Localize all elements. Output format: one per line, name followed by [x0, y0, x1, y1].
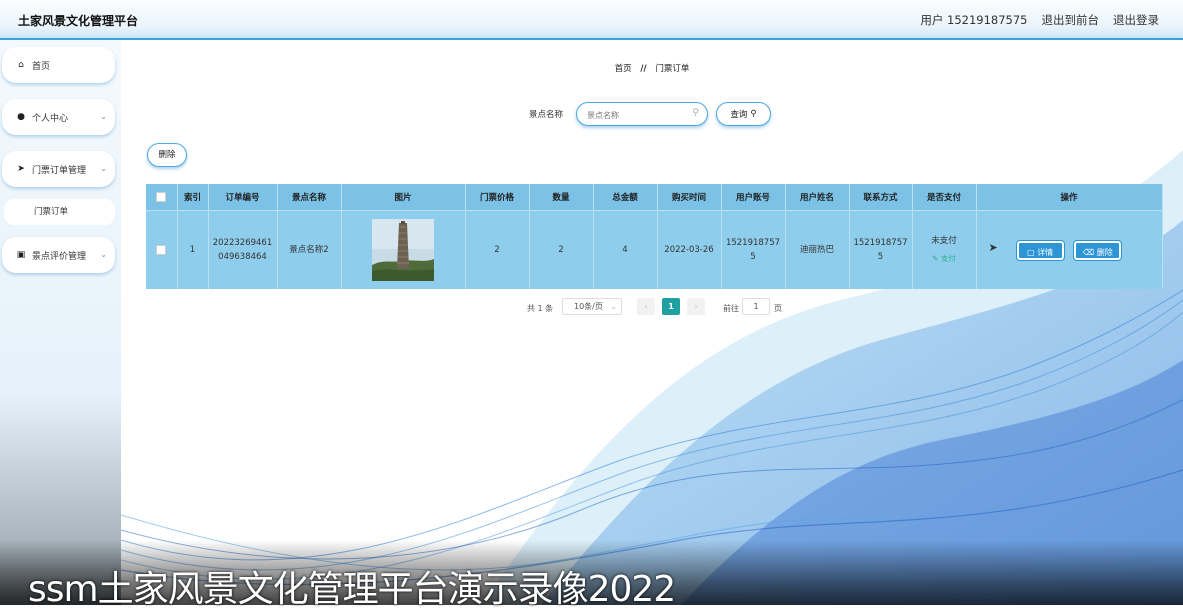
trash-icon: ⌫ — [1082, 247, 1095, 257]
column-header: 用户姓名 — [785, 184, 850, 211]
column-header: 订单编号 — [208, 184, 278, 211]
top-bar: 土家风景文化管理平台 用户 15219187575 退出到前台 退出登录 — [0, 0, 1183, 40]
app-title: 土家风景文化管理平台 — [18, 14, 139, 28]
image-cell — [341, 210, 466, 289]
sidebar-item-home[interactable]: ⌂ 首页 — [2, 47, 115, 83]
chevron-down-icon: ⌄ — [610, 302, 617, 311]
row-checkbox[interactable] — [156, 244, 167, 255]
chevron-down-icon: ⌄ — [100, 250, 107, 259]
home-icon: ⌂ — [18, 60, 24, 70]
chevron-down-icon: ⌄ — [100, 112, 107, 121]
query-button[interactable]: 查询 ⚲ — [716, 102, 771, 126]
search-field[interactable]: ⚲ — [576, 102, 708, 127]
page-size-select[interactable]: 10条/页 ⌄ — [562, 298, 622, 315]
orders-table: 索引 订单编号 景点名称 图片 门票价格 数量 总金额 购买时间 用户账号 用户… — [146, 184, 1163, 289]
total-cell: 4 — [593, 210, 658, 289]
contact-cell: 15219187575 — [849, 210, 913, 289]
sidebar-subitem-label: 门票订单 — [34, 207, 69, 217]
column-header: 门票价格 — [465, 184, 530, 211]
order-no-cell: 20223269461049638464 — [208, 210, 278, 289]
page-size-value: 10条/页 — [574, 302, 603, 311]
index-cell: 1 — [177, 210, 209, 289]
column-header: 联系方式 — [849, 184, 913, 211]
pagination-total: 共 1 条 — [527, 304, 554, 313]
select-all-header — [146, 184, 178, 211]
row-select-cell — [146, 210, 178, 289]
column-header: 操作 — [976, 184, 1163, 211]
search-input[interactable] — [585, 104, 689, 127]
row-delete-button[interactable]: ⌫ 删除 — [1073, 239, 1123, 261]
column-header: 是否支付 — [912, 184, 977, 211]
column-header: 索引 — [177, 184, 209, 211]
video-caption: ssm土家风景文化管理平台演示录像2022 — [28, 569, 676, 610]
user-name-cell: 迪丽热巴 — [785, 210, 850, 289]
paper-plane-icon: ➤ — [17, 164, 25, 174]
column-header: 景点名称 — [277, 184, 342, 211]
table-row: 1 20223269461049638464 景点名称2 2 2 4 2022-… — [146, 210, 1163, 289]
breadcrumb-home[interactable]: 首页 — [615, 64, 632, 74]
search-label: 景点名称 — [529, 110, 564, 120]
sidebar-item-label: 个人中心 — [32, 113, 69, 124]
page-1-button[interactable]: 1 — [662, 298, 680, 315]
sidebar-item-review-management[interactable]: ▣ 景点评价管理 ⌄ — [2, 237, 115, 273]
breadcrumb-separator: // — [640, 64, 647, 74]
goto-page-input[interactable]: 1 — [742, 298, 770, 315]
sidebar-subitem-ticket-orders[interactable]: 门票订单 — [4, 199, 115, 225]
column-header: 图片 — [341, 184, 466, 211]
sidebar-item-personal-center[interactable]: ● 个人中心 ⌄ — [2, 99, 115, 135]
logout-link[interactable]: 退出登录 — [1113, 12, 1159, 28]
user-icon: ● — [17, 112, 25, 122]
batch-delete-button[interactable]: 删除 — [147, 143, 187, 167]
top-links: 用户 15219187575 退出到前台 退出登录 — [920, 12, 1159, 28]
chevron-right-icon: › — [694, 302, 698, 311]
sidebar-item-label: 门票订单管理 — [32, 165, 87, 176]
next-page-button[interactable]: › — [687, 298, 705, 315]
chevron-left-icon: ‹ — [644, 302, 648, 311]
price-cell: 2 — [465, 210, 530, 289]
search-icon: ⚲ — [692, 108, 699, 118]
query-button-label: 查询 — [730, 110, 748, 120]
detail-button[interactable]: □ 详情 — [1015, 239, 1065, 261]
purchase-time-cell: 2022-03-26 — [657, 210, 722, 289]
row-delete-button-label: 删除 — [1096, 247, 1113, 257]
user-label: 用户 15219187575 — [920, 13, 1028, 27]
edit-icon: ✎ — [932, 254, 939, 263]
column-header: 购买时间 — [657, 184, 722, 211]
main-content: 首页 // 门票订单 景点名称 ⚲ 查询 ⚲ 删除 索引 订单编号 景点名称 图… — [121, 40, 1183, 605]
sidebar-item-ticket-order-management[interactable]: ➤ 门票订单管理 ⌄ — [2, 151, 115, 187]
pay-status-cell: 未支付 ✎ 支付 — [912, 210, 977, 289]
checkbox-icon: ▣ — [16, 250, 26, 260]
mouse-cursor-icon: ➤ — [988, 241, 998, 254]
table-header-row: 索引 订单编号 景点名称 图片 门票价格 数量 总金额 购买时间 用户账号 用户… — [146, 184, 1163, 211]
chevron-down-icon: ⌄ — [100, 164, 107, 173]
pay-link-label: 支付 — [940, 254, 956, 263]
select-all-checkbox[interactable] — [156, 191, 167, 202]
sidebar-item-label: 首页 — [32, 61, 51, 72]
breadcrumb-current: 门票订单 — [655, 64, 690, 74]
goto-unit-label: 页 — [774, 304, 782, 313]
goto-label: 前往 — [723, 304, 739, 313]
quantity-cell: 2 — [529, 210, 594, 289]
prev-page-button[interactable]: ‹ — [637, 298, 655, 315]
detail-button-label: 详情 — [1037, 247, 1054, 257]
sidebar-item-label: 景点评价管理 — [32, 251, 87, 262]
document-icon: □ — [1027, 247, 1035, 257]
back-to-front-link[interactable]: 退出到前台 — [1042, 12, 1100, 28]
account-cell: 15219187575 — [721, 210, 786, 289]
spot-thumbnail — [372, 219, 434, 281]
pay-link[interactable]: ✎ 支付 — [915, 252, 974, 266]
column-header: 总金额 — [593, 184, 658, 211]
column-header: 用户账号 — [721, 184, 786, 211]
actions-cell: ➤ □ 详情 ⌫ 删除 — [976, 210, 1163, 289]
search-icon: ⚲ — [750, 109, 757, 119]
spot-name-cell: 景点名称2 — [277, 210, 342, 289]
pay-status: 未支付 — [931, 236, 957, 246]
breadcrumb: 首页 // 门票订单 — [121, 62, 1183, 74]
column-header: 数量 — [529, 184, 594, 211]
